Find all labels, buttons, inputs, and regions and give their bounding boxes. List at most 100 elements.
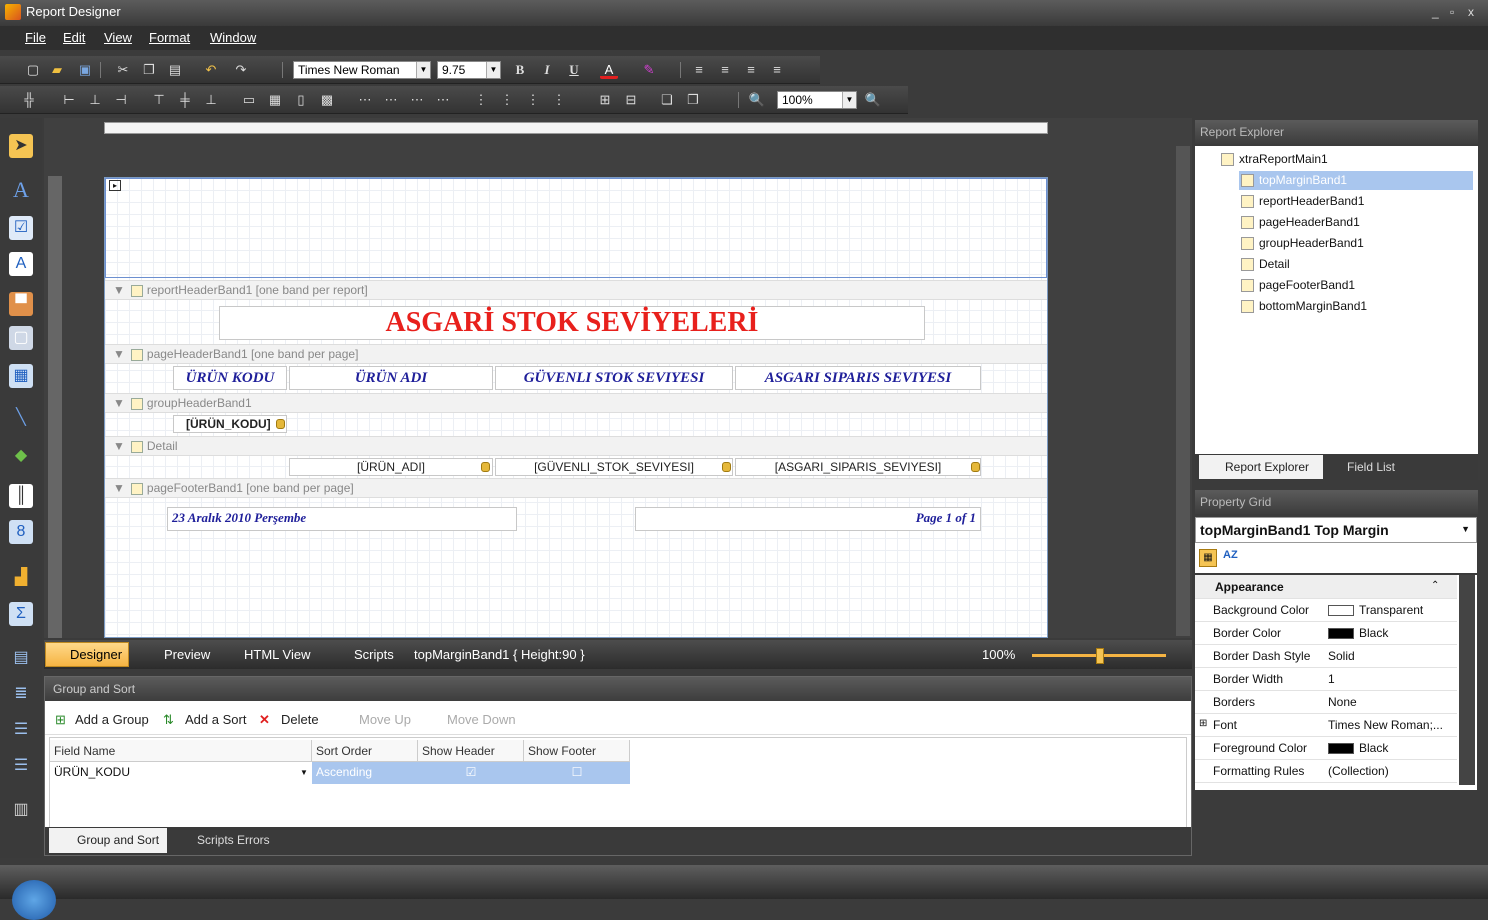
expand-icon[interactable]: ⊞ xyxy=(1199,718,1207,729)
show-header-checkbox[interactable]: ☑ xyxy=(418,762,524,784)
menu-view[interactable]: View xyxy=(104,30,132,45)
v-spacing-remove-icon[interactable]: ⋮ xyxy=(550,91,568,109)
tab-html-view[interactable]: HTML View xyxy=(244,647,310,662)
property-row[interactable]: Border Width 1 xyxy=(1195,668,1457,691)
table-tool-icon[interactable]: ▦ xyxy=(9,364,33,388)
start-button[interactable] xyxy=(12,880,56,920)
shape-tool-icon[interactable]: ◆ xyxy=(9,444,33,468)
undo-icon[interactable]: ↶ xyxy=(202,61,220,79)
smart-tag-icon[interactable]: ▸ xyxy=(109,180,121,191)
chevron-down-icon[interactable]: ▼ xyxy=(296,762,310,784)
richtext-tool-icon[interactable]: A xyxy=(9,252,33,276)
band-page-footer[interactable]: ▼ pageFooterBand1 [one band per page] xyxy=(105,478,1047,498)
paste-icon[interactable]: ▤ xyxy=(166,61,184,79)
column-show-footer[interactable]: Show Footer xyxy=(524,740,630,762)
zoom-combo[interactable]: 100% ▼ xyxy=(777,91,857,109)
align-lefts-icon[interactable]: ⊢ xyxy=(60,91,78,109)
tree-item-top-margin[interactable]: topMarginBand1 xyxy=(1239,171,1473,190)
align-center-icon[interactable]: ≡ xyxy=(716,61,734,79)
menu-edit[interactable]: Edit xyxy=(63,30,85,45)
align-bottoms-icon[interactable]: ⊥ xyxy=(202,91,220,109)
zoom-slider-thumb[interactable] xyxy=(1096,648,1104,664)
tab-report-explorer[interactable]: Report Explorer xyxy=(1199,455,1323,479)
move-down-button[interactable]: Move Down xyxy=(447,712,516,727)
property-grid-scrollbar[interactable] xyxy=(1459,575,1475,785)
align-rights-icon[interactable]: ⊣ xyxy=(112,91,130,109)
chevron-down-icon[interactable]: ▼ xyxy=(842,92,856,108)
h-spacing-remove-icon[interactable]: ⋯ xyxy=(434,91,452,109)
barcode-tool-icon[interactable]: ║ xyxy=(9,484,33,508)
footer-page-info[interactable]: Page 1 of 1 xyxy=(635,507,981,531)
font-size-combo[interactable]: 9.75 ▼ xyxy=(437,61,501,79)
redo-icon[interactable]: ↷ xyxy=(232,61,250,79)
sum-tool-icon[interactable]: Σ xyxy=(9,602,33,626)
column-sort-order[interactable]: Sort Order xyxy=(312,740,418,762)
close-button[interactable]: x xyxy=(1468,5,1474,19)
align-right-icon[interactable]: ≡ xyxy=(742,61,760,79)
menu-window[interactable]: Window xyxy=(210,30,256,45)
tree-item-detail[interactable]: Detail xyxy=(1239,255,1290,274)
collapse-icon[interactable]: ⌃ xyxy=(1431,580,1439,591)
band-group-header[interactable]: ▼ groupHeaderBand1 xyxy=(105,393,1047,413)
tree-item-page-header[interactable]: pageHeaderBand1 xyxy=(1239,213,1360,232)
tab-designer[interactable]: Designer xyxy=(45,642,129,667)
column-show-header[interactable]: Show Header xyxy=(418,740,524,762)
pageinfo-tool-icon[interactable]: ▤ xyxy=(9,646,33,670)
chevron-down-icon[interactable]: ▼ xyxy=(1461,524,1470,534)
picture-tool-icon[interactable]: ▀ xyxy=(9,292,33,316)
align-left-icon[interactable]: ≡ xyxy=(690,61,708,79)
align-centers-icon[interactable]: ⊥ xyxy=(86,91,104,109)
underline-button[interactable]: U xyxy=(565,61,583,79)
font-name-combo[interactable]: Times New Roman ▼ xyxy=(293,61,431,79)
collapse-icon[interactable]: ▼ xyxy=(113,283,125,297)
band-report-header[interactable]: ▼ reportHeaderBand1 [one band per report] xyxy=(105,280,1047,300)
column-header-guvenli-stok[interactable]: GÜVENLI STOK SEVIYESI xyxy=(495,366,733,390)
send-to-back-icon[interactable]: ❐ xyxy=(684,91,702,109)
property-row[interactable]: Background Color Transparent xyxy=(1195,599,1457,622)
same-width-icon[interactable]: ▭ xyxy=(240,91,258,109)
minimize-button[interactable]: _ xyxy=(1432,5,1439,19)
chevron-down-icon[interactable]: ▼ xyxy=(416,62,430,78)
alphabetical-icon[interactable]: AZ xyxy=(1223,549,1241,567)
property-row[interactable]: ⊞ Font Times New Roman;... xyxy=(1195,714,1457,737)
collapse-icon[interactable]: ▼ xyxy=(113,481,125,495)
h-spacing-inc-icon[interactable]: ⋯ xyxy=(382,91,400,109)
tab-preview[interactable]: Preview xyxy=(164,647,210,662)
report-title-label[interactable]: ASGARİ STOK SEVİYELERİ xyxy=(219,306,925,340)
center-horizontally-icon[interactable]: ⊞ xyxy=(596,91,614,109)
column-header-urun-adi[interactable]: ÜRÜN ADI xyxy=(289,366,493,390)
report-page[interactable]: ▸ ▼ reportHeaderBand1 [one band per repor… xyxy=(104,177,1048,638)
zipcode-tool-icon[interactable]: 8 xyxy=(9,520,33,544)
pagebreak-tool-icon[interactable]: ≣ xyxy=(9,682,33,706)
align-middles-icon[interactable]: ╪ xyxy=(176,91,194,109)
v-spacing-dec-icon[interactable]: ⋮ xyxy=(524,91,542,109)
save-icon[interactable]: ▣ xyxy=(76,61,94,79)
align-tops-icon[interactable]: ⊤ xyxy=(150,91,168,109)
label-tool-icon[interactable]: A xyxy=(9,178,33,202)
field-name-cell[interactable]: ÜRÜN_KODU xyxy=(50,762,312,784)
justify-icon[interactable]: ≡ xyxy=(768,61,786,79)
band-detail[interactable]: ▼ Detail xyxy=(105,436,1047,456)
copy-icon[interactable]: ❐ xyxy=(140,61,158,79)
property-row[interactable]: Border Color Black xyxy=(1195,622,1457,645)
tab-scripts-errors[interactable]: Scripts Errors xyxy=(169,828,277,853)
column-header-asgari-siparis[interactable]: ASGARI SIPARIS SEVIYESI xyxy=(735,366,981,390)
sort-order-cell[interactable]: Ascending xyxy=(312,762,418,784)
font-color-icon[interactable]: A xyxy=(600,61,618,79)
add-group-button[interactable]: Add a Group xyxy=(75,712,149,727)
tree-item-group-header[interactable]: groupHeaderBand1 xyxy=(1239,234,1364,253)
property-row[interactable]: Border Dash Style Solid xyxy=(1195,645,1457,668)
maximize-button[interactable]: ▫ xyxy=(1450,5,1454,19)
h-spacing-dec-icon[interactable]: ⋯ xyxy=(408,91,426,109)
menu-file[interactable]: File xyxy=(25,30,46,45)
center-vertically-icon[interactable]: ⊟ xyxy=(622,91,640,109)
line-tool-icon[interactable]: ╲ xyxy=(9,406,33,430)
menu-format[interactable]: Format xyxy=(149,30,190,45)
tree-item-bottom-margin[interactable]: bottomMarginBand1 xyxy=(1239,297,1367,316)
band-page-header[interactable]: ▼ pageHeaderBand1 [one band per page] xyxy=(105,344,1047,364)
delete-button[interactable]: Delete xyxy=(281,712,319,727)
h-spacing-equal-icon[interactable]: ⋯ xyxy=(356,91,374,109)
group-field-urun-kodu[interactable]: [ÜRÜN_KODU] xyxy=(173,415,287,433)
category-appearance[interactable]: Appearance ⌃ xyxy=(1195,575,1457,599)
new-icon[interactable]: ▢ xyxy=(24,61,42,79)
